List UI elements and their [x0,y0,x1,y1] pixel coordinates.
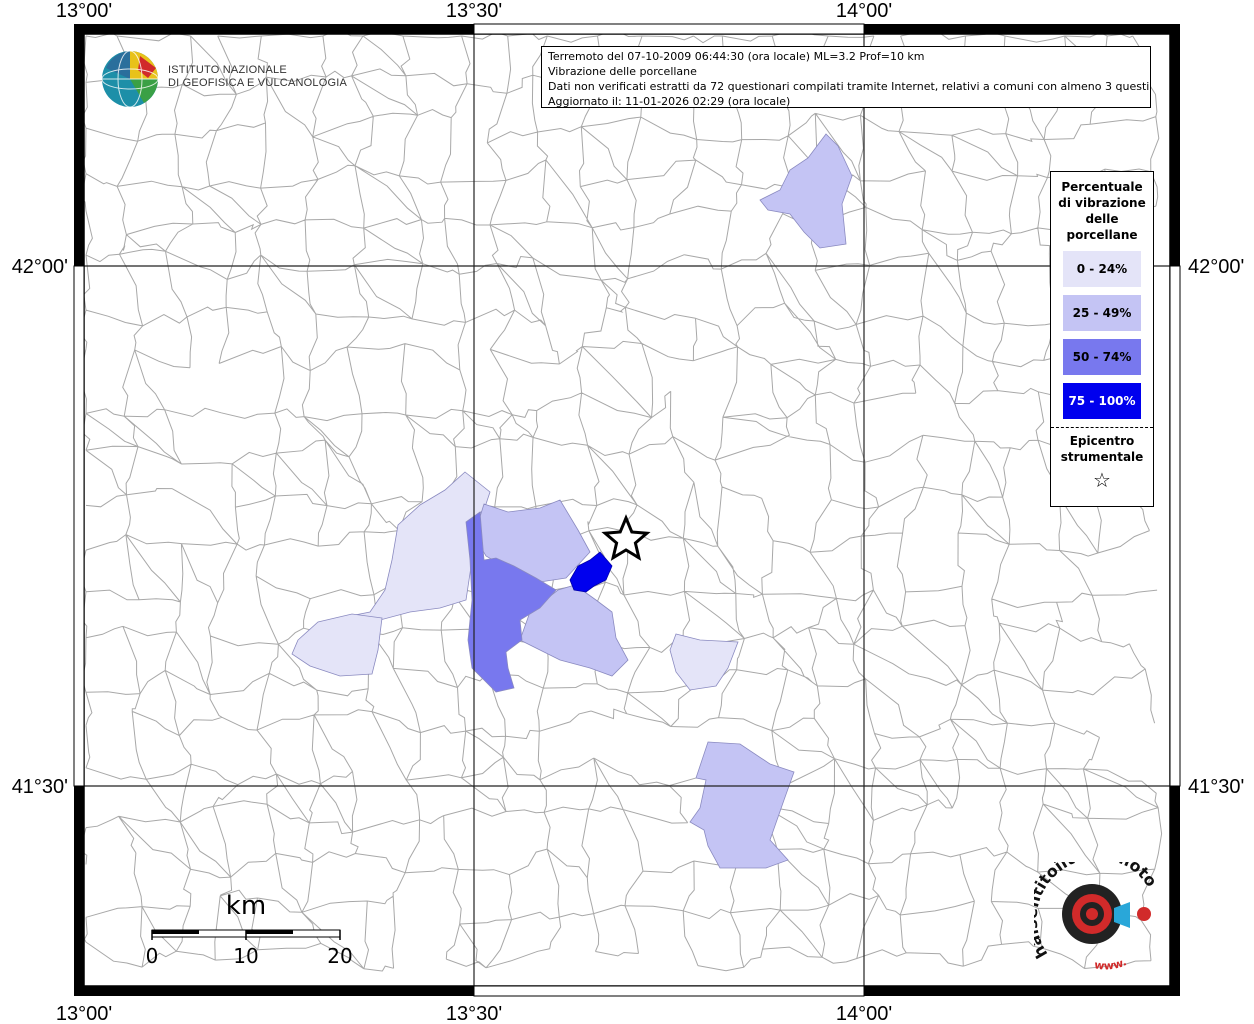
lon-label-top: 14°00' [836,0,892,22]
scale-tick: 20 [327,944,352,968]
event-updated: Aggiornato il: 11-01-2026 02:29 (ora loc… [548,95,791,108]
scale-tick: 0 [146,944,159,968]
lat-label-left: 41°30' [12,776,68,798]
legend-star-icon: ☆ [1093,468,1111,492]
lat-label-right: 42°00' [1188,256,1244,278]
legend-item-50-74: 50 - 74% [1063,339,1141,375]
ingv-name-line1: ISTITUTO NAZIONALE [168,64,287,76]
lon-label-bottom: 13°00' [56,1003,112,1024]
svg-text:www.: www. [1093,955,1128,972]
event-data-note: Dati non verificati estratti da 72 quest… [548,80,1151,93]
legend-epicenter-label: Epicentro strumentale [1060,434,1144,464]
ingv-logo: ISTITUTO NAZIONALE DI GEOFISICA E VULCAN… [100,48,347,108]
lon-label-bottom: 14°00' [836,1003,892,1024]
lon-label-bottom: 13°30' [446,1003,502,1024]
lon-label-top: 13°30' [446,0,502,22]
legend-item-25-49: 25 - 49% [1063,295,1141,331]
lon-label-top: 13°00' [56,0,112,22]
globe-icon [101,50,159,108]
legend-title: Percentuale di vibrazione delle porcella… [1058,180,1146,242]
lat-label-right: 41°30' [1188,776,1244,798]
event-info-box: Terremoto del 07-10-2009 06:44:30 (ora l… [541,46,1151,108]
target-speaker-icon: haisentitoilterremoto.it www. [1022,844,1161,973]
legend-item-0-24: 0 - 24% [1063,251,1141,287]
lat-label-left: 42°00' [12,256,68,278]
hai-sentito-logo: haisentitoilterremoto.it www. [1022,844,1166,978]
event-title: Terremoto del 07-10-2009 06:44:30 (ora l… [548,50,925,63]
legend: Percentuale di vibrazione delle porcella… [1050,171,1154,507]
legend-divider [1051,427,1153,428]
legend-item-75-100: 75 - 100% [1063,383,1141,419]
event-parameter: Vibrazione delle porcellane [548,65,697,78]
ingv-name-line2: DI GEOFISICA E VULCANOLOGIA [168,77,347,89]
scale-unit: km [226,891,266,921]
hsn-url: www. [1093,955,1128,972]
scale-tick: 10 [233,944,258,968]
